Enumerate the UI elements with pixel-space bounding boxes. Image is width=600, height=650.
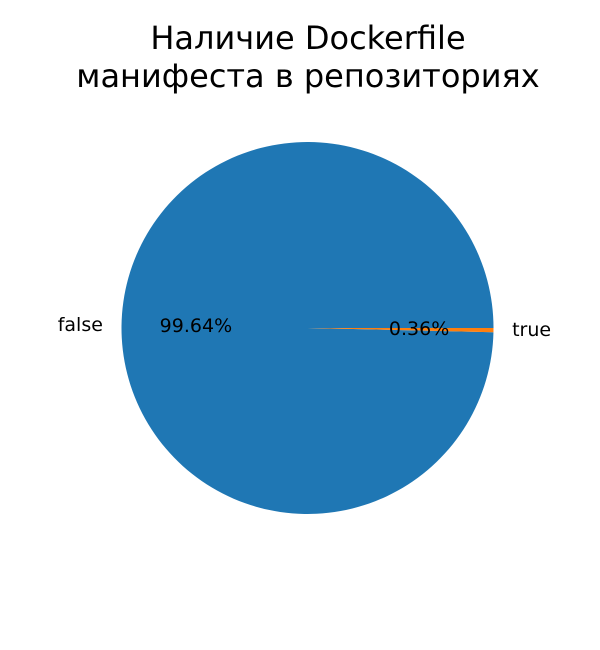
slice-label-false: false xyxy=(58,314,103,336)
pie-chart: Наличие Dockerfile манифеста в репозитор… xyxy=(0,0,600,650)
slice-label-true: true xyxy=(512,319,551,341)
slice-pct-false: 99.64% xyxy=(160,315,232,337)
chart-title-line-2: манифеста в репозиториях xyxy=(76,57,539,95)
chart-title-line-1: Наличие Dockerfile xyxy=(150,19,465,57)
slice-pct-true: 0.36% xyxy=(389,318,449,340)
